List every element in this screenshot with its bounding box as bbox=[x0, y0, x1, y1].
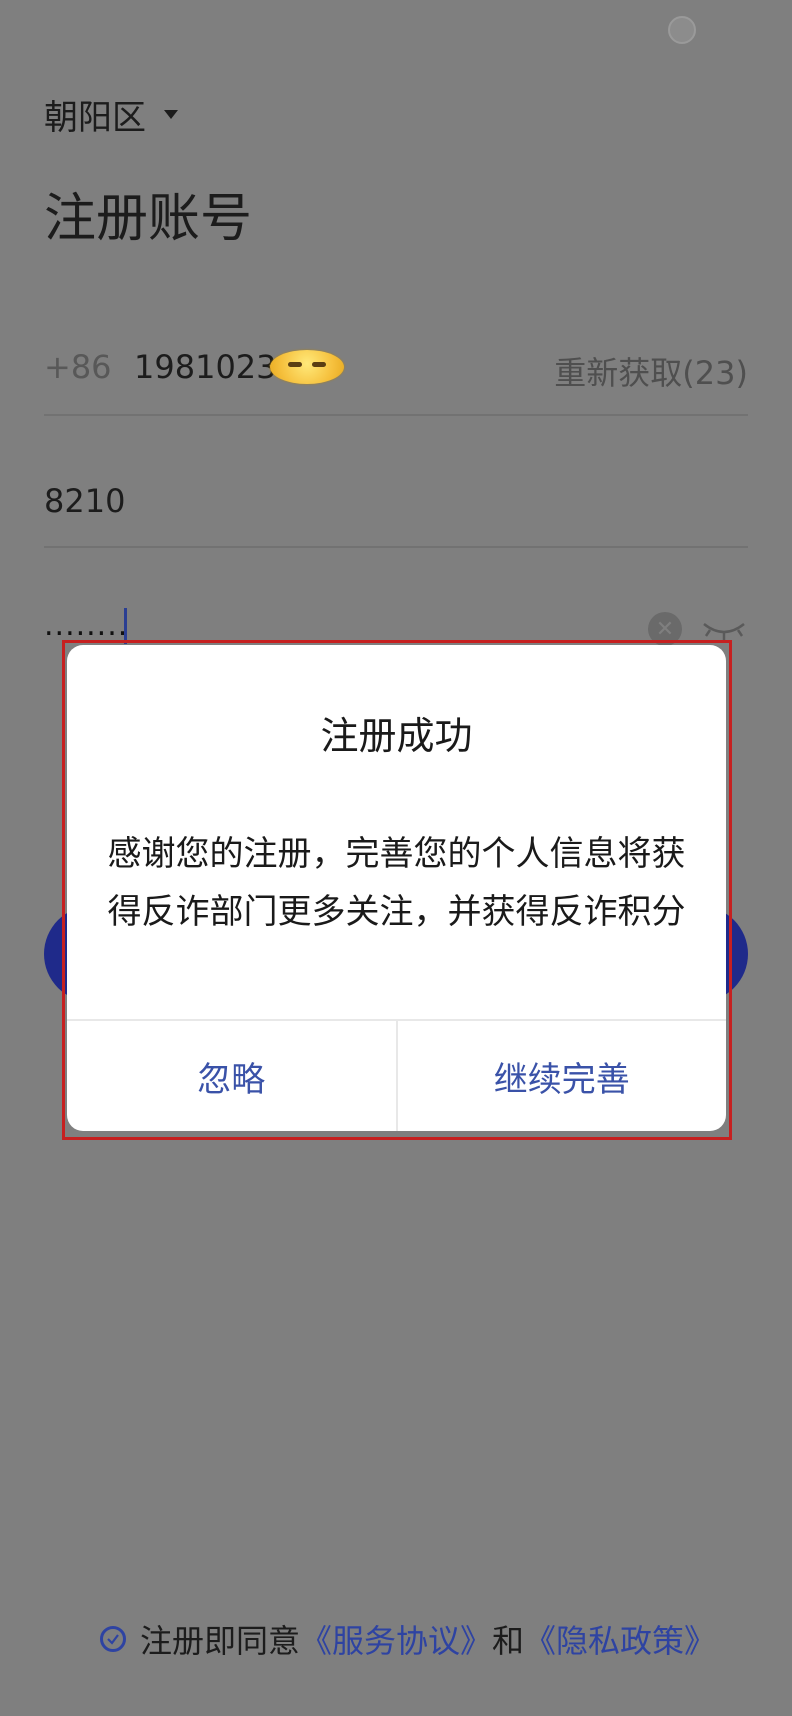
phone-input[interactable]: 1981023 bbox=[134, 348, 277, 386]
dialog-message: 感谢您的注册，完善您的个人信息将获得反诈部门更多关注，并获得反诈积分 bbox=[107, 834, 686, 932]
resend-code-button[interactable]: 重新获取(23) bbox=[554, 348, 748, 394]
country-code[interactable]: +86 bbox=[44, 348, 112, 386]
agreement-row: 注册即同意 《服务协议》 和 《隐私政策》 bbox=[100, 1616, 716, 1662]
location-selector[interactable]: 朝阳区 bbox=[44, 90, 178, 139]
continue-button[interactable]: 继续完善 bbox=[395, 1021, 727, 1131]
dialog-title: 注册成功 bbox=[320, 714, 473, 758]
verification-code-input[interactable]: 8210 bbox=[44, 482, 125, 520]
privacy-policy-link[interactable]: 《隐私政策》 bbox=[524, 1616, 716, 1662]
success-dialog: 注册成功 感谢您的注册，完善您的个人信息将获得反诈部门更多关注，并获得反诈积分 … bbox=[67, 645, 726, 1131]
chevron-down-icon bbox=[164, 110, 178, 119]
dialog-actions: 忽略 继续完善 bbox=[67, 1019, 726, 1131]
emoji-mask-icon bbox=[270, 350, 344, 384]
divider bbox=[44, 414, 748, 416]
ignore-button[interactable]: 忽略 bbox=[67, 1021, 396, 1131]
service-agreement-link[interactable]: 《服务协议》 bbox=[300, 1616, 492, 1662]
password-input[interactable]: ........ bbox=[44, 608, 128, 643]
check-circle-icon[interactable] bbox=[100, 1626, 126, 1652]
divider bbox=[44, 546, 748, 548]
page-title: 注册账号 bbox=[44, 189, 253, 249]
text-cursor bbox=[124, 608, 127, 644]
location-label: 朝阳区 bbox=[44, 98, 146, 138]
status-indicator-icon bbox=[668, 16, 696, 44]
and-text: 和 bbox=[492, 1622, 525, 1660]
agreement-text: 注册即同意 bbox=[140, 1622, 301, 1660]
